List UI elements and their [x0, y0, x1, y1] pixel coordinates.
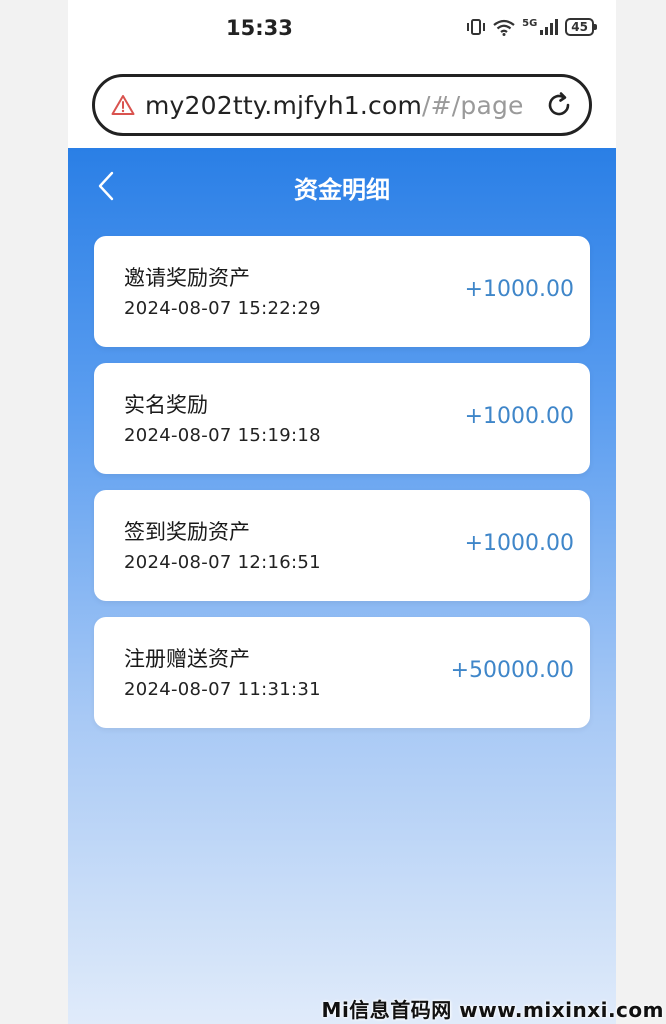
record-time: 2024-08-07 15:19:18 [124, 425, 321, 446]
wifi-icon [493, 19, 515, 36]
record-time: 2024-08-07 15:22:29 [124, 298, 321, 319]
vibrate-icon [467, 19, 486, 35]
status-icons: 5G 45 [466, 18, 597, 36]
record-time: 2024-08-07 12:16:51 [124, 552, 321, 573]
record-title: 实名奖励 [124, 393, 208, 417]
address-bar[interactable]: my202tty.mjfyh1.com/#/page [92, 74, 592, 136]
record-amount: +50000.00 [450, 658, 574, 683]
status-time: 15:33 [226, 16, 293, 40]
page-title: 资金明细 [294, 176, 390, 204]
record-card[interactable]: 注册赠送资产 2024-08-07 11:31:31 +50000.00 [94, 617, 590, 728]
url-domain: my202tty.mjfyh1.com [145, 90, 422, 120]
record-list: 邀请奖励资产 2024-08-07 15:22:29 +1000.00 实名奖励… [94, 236, 590, 744]
record-card[interactable]: 邀请奖励资产 2024-08-07 15:22:29 +1000.00 [94, 236, 590, 347]
browser-toolbar: my202tty.mjfyh1.com/#/page [68, 62, 616, 148]
record-amount: +1000.00 [464, 404, 574, 429]
record-amount: +1000.00 [464, 531, 574, 556]
record-title: 注册赠送资产 [124, 647, 250, 671]
record-title: 邀请奖励资产 [124, 266, 250, 290]
page-content: 资金明细 邀请奖励资产 2024-08-07 15:22:29 +1000.00… [68, 148, 616, 1024]
url-path: /#/page [422, 90, 524, 120]
warning-triangle-icon[interactable] [111, 94, 135, 116]
network-type: 5G [522, 18, 538, 29]
nav-bar: 资金明细 [68, 148, 616, 224]
status-bar: 15:33 5G 45 [68, 0, 616, 62]
reload-icon[interactable] [543, 89, 575, 121]
phone-screen: 15:33 5G 45 my202tty.mjfyh1.com/#/page 资… [68, 0, 616, 1024]
signal-icon [540, 19, 559, 35]
record-card[interactable]: 实名奖励 2024-08-07 15:19:18 +1000.00 [94, 363, 590, 474]
record-card[interactable]: 签到奖励资产 2024-08-07 12:16:51 +1000.00 [94, 490, 590, 601]
battery-icon: 45 [565, 18, 597, 36]
record-amount: +1000.00 [464, 277, 574, 302]
record-title: 签到奖励资产 [124, 520, 250, 544]
url-text[interactable]: my202tty.mjfyh1.com/#/page [145, 91, 543, 120]
record-time: 2024-08-07 11:31:31 [124, 679, 321, 700]
watermark: Mi信息首码网 www.mixinxi.com [321, 998, 664, 1022]
